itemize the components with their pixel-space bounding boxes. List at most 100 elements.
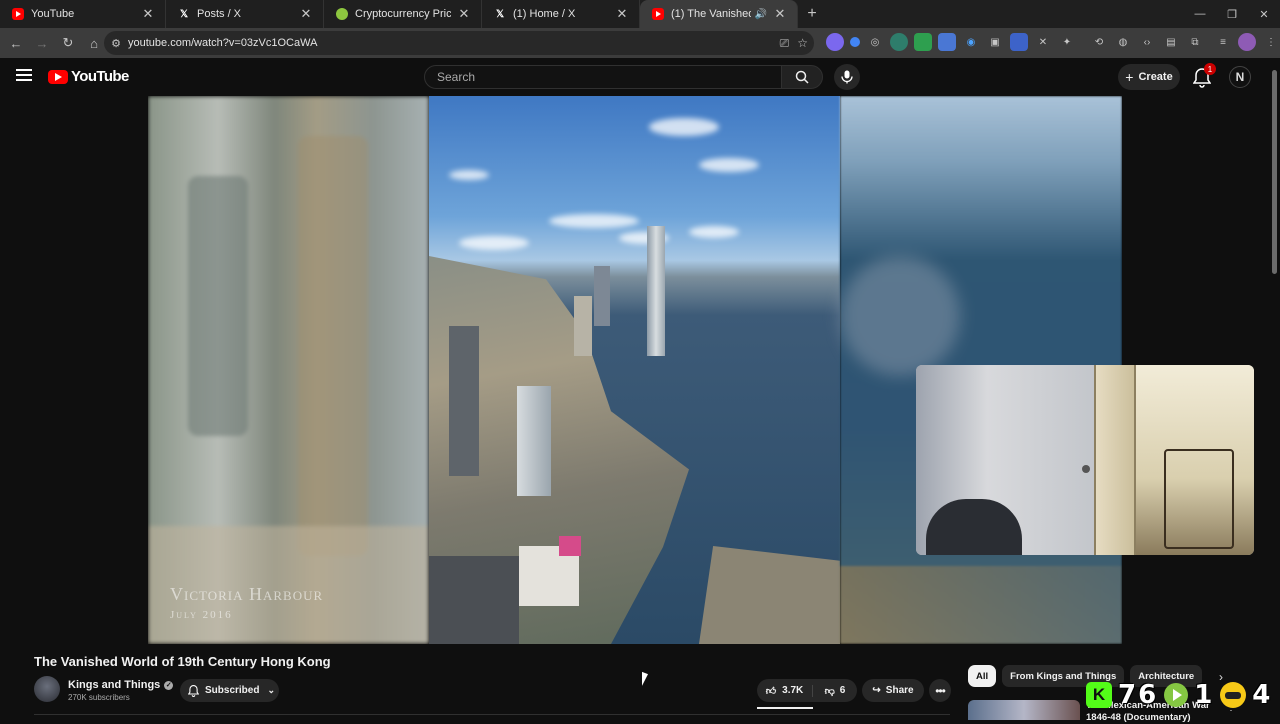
address-bar[interactable]: ⚙ youtube.com/watch?v=03zVc1OCaWA ⎚ ☆ bbox=[104, 31, 814, 55]
notifications-button[interactable]: 1 bbox=[1192, 63, 1216, 88]
account-avatar[interactable]: N bbox=[1229, 66, 1251, 88]
forward-icon[interactable]: → bbox=[30, 31, 54, 55]
like-button[interactable]: 👍︎ 3.7K bbox=[757, 684, 813, 697]
more-actions-button[interactable]: ••• bbox=[929, 679, 951, 702]
kick-logo-icon: K bbox=[1086, 682, 1112, 708]
close-icon[interactable]: ✕ bbox=[457, 6, 471, 22]
coingecko-icon bbox=[336, 8, 348, 20]
channel-avatar[interactable] bbox=[34, 676, 60, 702]
tab-title: (1) The Vanished World of 1 bbox=[671, 8, 751, 20]
search-button[interactable] bbox=[781, 65, 823, 89]
menu-hamburger-icon[interactable] bbox=[16, 69, 32, 81]
chair-shape bbox=[926, 499, 1022, 555]
browser-tab-bar: YouTube ✕ 𝕏 Posts / X ✕ Cryptocurrency P… bbox=[0, 0, 1280, 28]
channel-name: Kings and Things bbox=[68, 679, 161, 691]
subscribed-label: Subscribed bbox=[205, 685, 260, 696]
dislike-button[interactable]: 👎︎ 6 bbox=[813, 685, 857, 697]
extension-icon[interactable]: ◎ bbox=[866, 33, 884, 51]
extension-icon[interactable] bbox=[1010, 33, 1028, 51]
youtube-masthead: YouTube Search + Create 1 N bbox=[0, 58, 1280, 96]
rumble-viewer-count: 1 bbox=[1194, 680, 1215, 710]
notification-badge: 1 bbox=[1204, 63, 1216, 75]
close-icon[interactable]: ✕ bbox=[299, 6, 313, 22]
bookmark-star-icon[interactable]: ☆ bbox=[797, 36, 808, 51]
extension-icon[interactable]: ◍ bbox=[1114, 33, 1132, 51]
history-icon[interactable]: ⟲ bbox=[1090, 33, 1108, 51]
channel-name-link[interactable]: Kings and Things ✓ bbox=[68, 679, 174, 691]
url-text: youtube.com/watch?v=03zVc1OCaWA bbox=[128, 37, 318, 49]
profile-avatar[interactable] bbox=[1238, 33, 1256, 51]
divider bbox=[34, 714, 950, 715]
bot-logo-icon bbox=[1220, 682, 1247, 708]
voice-search-button[interactable] bbox=[834, 64, 860, 90]
like-count: 3.7K bbox=[782, 685, 804, 696]
subscriber-count: 270K subscribers bbox=[68, 693, 130, 702]
new-tab-button[interactable]: + bbox=[798, 0, 826, 28]
menu-kebab-icon[interactable]: ⋮ bbox=[1262, 33, 1280, 51]
search-input[interactable]: Search bbox=[424, 65, 782, 89]
extension-icon[interactable]: ◉ bbox=[962, 33, 980, 51]
extensions-puzzle-icon[interactable]: ✦ bbox=[1058, 33, 1076, 51]
extension-icon[interactable] bbox=[938, 33, 956, 51]
youtube-play-icon bbox=[48, 69, 68, 84]
verified-check-icon: ✓ bbox=[164, 680, 174, 690]
shield-extension-icon[interactable] bbox=[914, 33, 932, 51]
media-control-icon[interactable]: ≡ bbox=[1214, 33, 1232, 51]
share-button[interactable]: ↪ Share bbox=[862, 679, 924, 702]
video-frame-aerial-harbour bbox=[429, 96, 840, 644]
dislike-count: 6 bbox=[839, 685, 846, 696]
vpn-extension-icon[interactable] bbox=[890, 33, 908, 51]
back-icon[interactable]: ← bbox=[4, 31, 28, 55]
chip-all[interactable]: All bbox=[968, 665, 997, 687]
bot-viewer-count: 4 bbox=[1252, 680, 1273, 710]
close-icon[interactable]: ✕ bbox=[773, 6, 787, 22]
browser-tab-active-video[interactable]: (1) The Vanished World of 1 🔊 ✕ bbox=[640, 0, 798, 28]
devtools-icon[interactable]: ‹› bbox=[1138, 33, 1156, 51]
youtube-icon bbox=[652, 8, 664, 20]
tab-title: Posts / X bbox=[197, 8, 242, 20]
browser-tab-youtube[interactable]: YouTube ✕ bbox=[0, 0, 166, 28]
browser-tab-coingecko[interactable]: Cryptocurrency Prices, Charts, a ✕ bbox=[324, 0, 482, 28]
mouse-cursor-icon bbox=[642, 671, 648, 689]
kick-viewer-count: 76 bbox=[1118, 680, 1159, 710]
blurred-backdrop-left bbox=[148, 96, 429, 644]
speaker-icon[interactable]: 🔊 bbox=[755, 9, 767, 20]
caption-title: Victoria Harbour bbox=[170, 584, 324, 604]
home-icon[interactable]: ⌂ bbox=[82, 31, 106, 55]
browser-tab-home-x[interactable]: 𝕏 (1) Home / X ✕ bbox=[482, 0, 640, 28]
browser-tab-posts-x[interactable]: 𝕏 Posts / X ✕ bbox=[166, 0, 324, 28]
reload-icon[interactable]: ↻ bbox=[56, 31, 80, 55]
like-underline bbox=[757, 707, 813, 709]
sidebar-icon[interactable]: ▤ bbox=[1162, 33, 1180, 51]
create-label: Create bbox=[1138, 71, 1173, 83]
extensions-toolbar: ◎ ◉ ▣ ✕ ✦ ⟲ ◍ ‹› ▤ ⧉ ≡ ⋮ bbox=[826, 33, 1280, 51]
video-title: The Vanished World of 19th Century Hong … bbox=[34, 654, 331, 669]
install-icon[interactable]: ⎚ bbox=[780, 36, 790, 51]
x-icon: 𝕏 bbox=[179, 8, 189, 20]
extension-icon[interactable]: ▣ bbox=[986, 33, 1004, 51]
video-caption: Victoria Harbour July 2016 bbox=[170, 584, 323, 621]
bell-icon bbox=[188, 684, 199, 697]
search-icon bbox=[795, 70, 809, 84]
thumbs-up-icon: 👍︎ bbox=[765, 685, 777, 697]
site-info-icon[interactable]: ⚙ bbox=[104, 37, 128, 50]
minimize-icon[interactable]: — bbox=[1184, 0, 1216, 28]
close-window-icon[interactable]: ✕ bbox=[1248, 0, 1280, 28]
extension-icon[interactable] bbox=[850, 37, 860, 47]
extension-icon[interactable] bbox=[826, 33, 844, 51]
close-icon[interactable]: ✕ bbox=[141, 6, 155, 22]
related-video-thumbnail[interactable] bbox=[968, 700, 1080, 720]
close-icon[interactable]: ✕ bbox=[615, 6, 629, 22]
window-controls: — ❐ ✕ bbox=[1184, 0, 1280, 28]
microphone-icon bbox=[841, 70, 853, 84]
extension-icon[interactable]: ✕ bbox=[1034, 33, 1052, 51]
plus-icon: + bbox=[1125, 69, 1134, 85]
youtube-logo[interactable]: YouTube bbox=[48, 68, 129, 85]
related-title-line2: 1846-48 (Documentary) bbox=[1086, 712, 1191, 723]
scrollbar-thumb[interactable] bbox=[1272, 70, 1277, 274]
create-button[interactable]: + Create bbox=[1118, 64, 1180, 90]
screenshot-icon[interactable]: ⧉ bbox=[1186, 33, 1204, 51]
x-icon: 𝕏 bbox=[495, 8, 505, 20]
subscribed-button[interactable]: Subscribed ⌄ bbox=[180, 679, 279, 702]
restore-icon[interactable]: ❐ bbox=[1216, 0, 1248, 28]
